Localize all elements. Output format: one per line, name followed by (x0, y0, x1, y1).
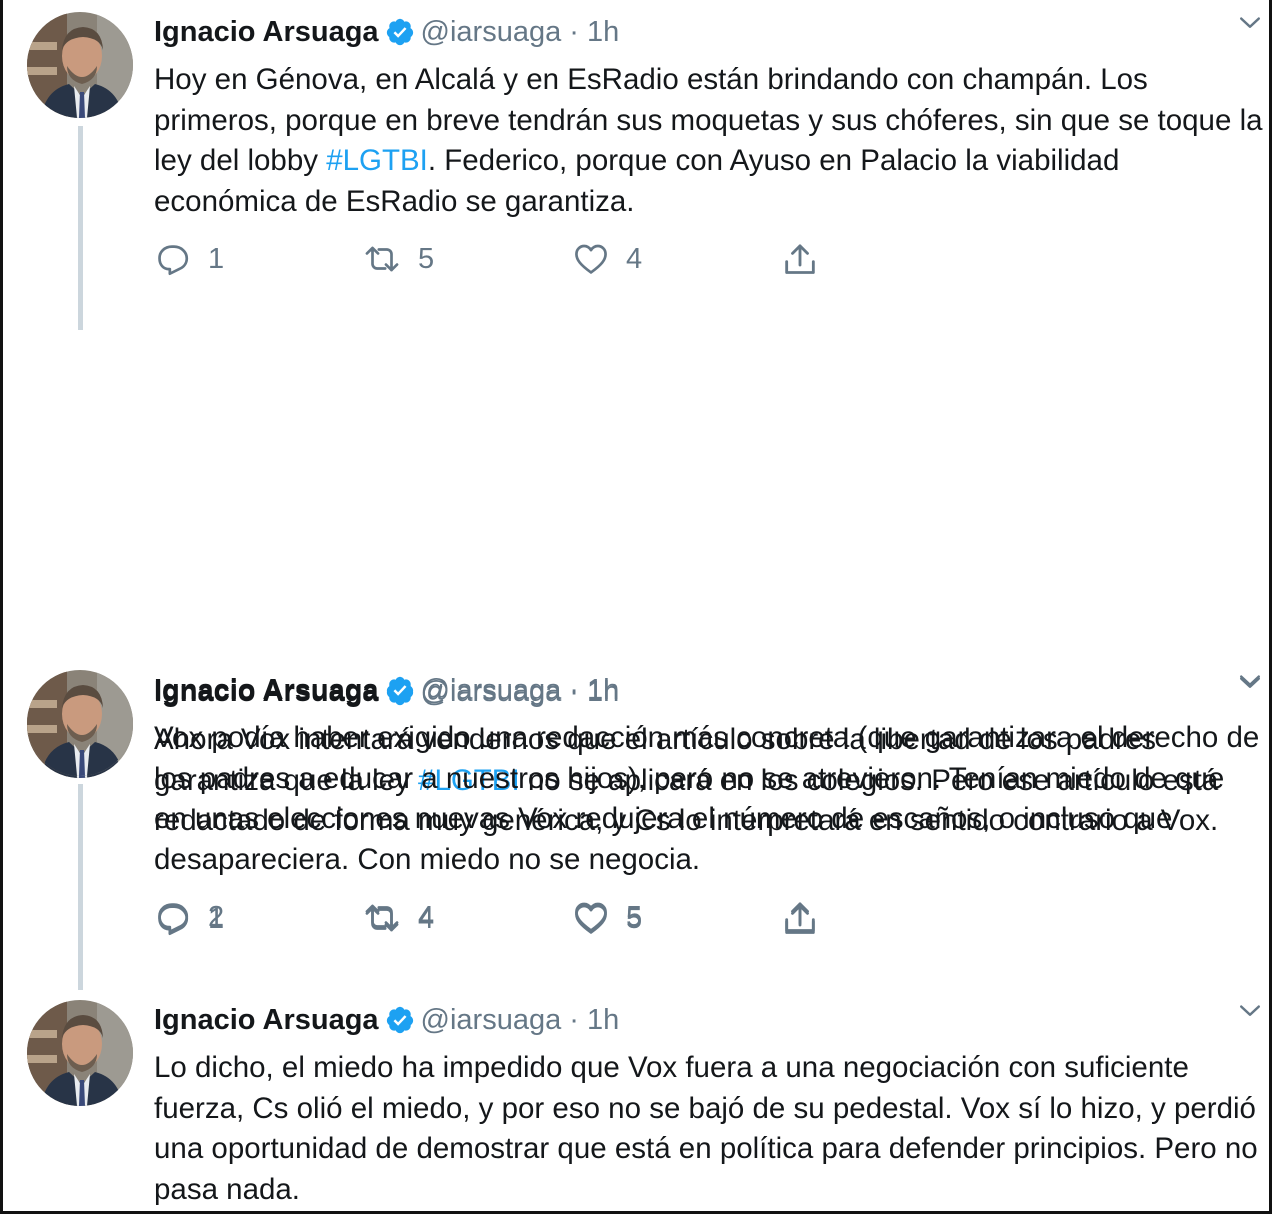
avatar[interactable] (27, 670, 133, 776)
avatar[interactable] (27, 1000, 133, 1106)
like-count: 5 (626, 900, 643, 933)
chevron-down-icon[interactable] (1235, 8, 1265, 43)
timestamp[interactable]: 1h (587, 674, 619, 706)
thread-container: Ignacio Arsuaga @iarsuaga · 1h Hoy en Gén… (0, 0, 1272, 1214)
tweet-text-segment: Vox podía haber exigido una redacción má… (154, 721, 1260, 876)
retweet-count: 4 (418, 900, 435, 933)
reply-count: 2 (208, 900, 225, 933)
tweet-text: Hoy en Génova, en Alcalá y en EsRadio es… (154, 60, 1264, 222)
like-count: 4 (626, 242, 643, 275)
reply-button[interactable]: 1 (154, 240, 224, 278)
thread-line (78, 784, 83, 988)
separator-dot: · (569, 674, 579, 706)
tweet[interactable]: Ignacio Arsuaga @iarsuaga · 1h Hoy en Gén… (3, 0, 1269, 330)
tweet-header: Ignacio Arsuaga @iarsuaga · 1h (154, 670, 1249, 716)
author-name[interactable]: Ignacio Arsuaga (154, 16, 379, 48)
share-button[interactable] (780, 240, 820, 280)
verified-badge-icon (385, 675, 415, 716)
tweet-text-segment: Lo dicho, el miedo ha impedido que Vox f… (154, 1051, 1258, 1206)
reply-icon (154, 898, 192, 936)
chevron-down-icon[interactable] (1235, 666, 1265, 701)
tweet-header: Ignacio Arsuaga @iarsuaga · 1h (154, 1000, 1249, 1046)
reply-icon (154, 240, 192, 278)
thread-line (78, 126, 83, 330)
timestamp[interactable]: 1h (587, 1004, 619, 1036)
like-button[interactable]: 4 (572, 240, 642, 278)
hashtag-link[interactable]: #LGTBI (326, 144, 428, 177)
heart-icon (572, 240, 610, 278)
timestamp[interactable]: 1h (587, 16, 619, 48)
separator-dot: · (569, 16, 579, 48)
heart-icon (572, 898, 610, 936)
tweet-text: Lo dicho, el miedo ha impedido que Vox f… (154, 1048, 1264, 1210)
tweet[interactable]: Ignacio Arsuaga @iarsuaga · 1h Lo dicho, … (3, 988, 1269, 1211)
avatar[interactable] (27, 12, 133, 118)
share-icon (780, 898, 820, 938)
reply-count: 1 (208, 242, 225, 275)
author-handle[interactable]: @iarsuaga (421, 1004, 562, 1036)
share-button[interactable] (780, 898, 820, 938)
retweet-icon (362, 240, 402, 278)
share-icon (780, 240, 820, 280)
reply-button[interactable]: 2 (154, 898, 224, 936)
tweet-header: Ignacio Arsuaga @iarsuaga · 1h (154, 12, 1249, 58)
author-name[interactable]: Ignacio Arsuaga (154, 674, 379, 706)
tweet[interactable]: Ignacio Arsuaga @iarsuaga · 1h Vox podía … (3, 658, 1269, 988)
like-button[interactable]: 5 (572, 898, 642, 936)
retweet-button[interactable]: 4 (362, 898, 434, 936)
chevron-down-icon[interactable] (1235, 996, 1265, 1031)
retweet-button[interactable]: 5 (362, 240, 434, 278)
tweet-text: Vox podía haber exigido una redacción má… (154, 718, 1264, 880)
retweet-icon (362, 898, 402, 936)
author-name[interactable]: Ignacio Arsuaga (154, 1004, 379, 1036)
tweet[interactable]: Ignacio Arsuaga @iarsuaga · 1h Ahora Vox … (3, 330, 1269, 990)
verified-badge-icon (385, 17, 415, 58)
author-handle[interactable]: @iarsuaga (421, 674, 562, 706)
retweet-count: 5 (418, 242, 435, 275)
author-handle[interactable]: @iarsuaga (421, 16, 562, 48)
verified-badge-icon (385, 1005, 415, 1046)
separator-dot: · (569, 1004, 579, 1036)
